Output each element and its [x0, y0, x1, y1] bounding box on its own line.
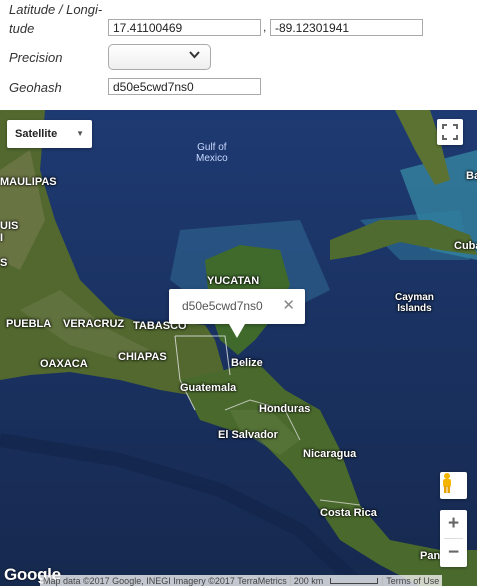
plus-icon: +: [447, 513, 460, 534]
terms-of-use-link[interactable]: Terms of Use: [382, 575, 442, 586]
label-yucatan: YUCATAN: [207, 275, 260, 287]
label-luis-2: I: [0, 232, 4, 244]
label-bahamas: Ba: [466, 170, 477, 182]
zoom-out-button[interactable]: −: [440, 539, 467, 567]
street-view-pegman-button[interactable]: [440, 472, 467, 499]
label-honduras: Honduras: [259, 403, 311, 415]
label-oaxaca: OAXACA: [40, 358, 88, 370]
geo-form: Latitude / Longi- tude 17.41100469 , -89…: [0, 0, 481, 110]
map-attribution-bar: Map data ©2017 Google, INEGI Imagery ©20…: [40, 575, 443, 586]
label-chiapas: CHIAPAS: [118, 351, 167, 363]
zoom-control: + −: [440, 510, 467, 567]
label-el-salvador: El Salvador: [218, 429, 278, 441]
label-luis-3: S: [0, 257, 8, 269]
precision-select[interactable]: [108, 44, 211, 70]
longitude-input[interactable]: -89.12301941: [270, 19, 423, 36]
label-veracruz: VERACRUZ: [63, 318, 125, 330]
info-window: d50e5cwd7ns0 ✕: [169, 289, 305, 338]
map-type-label: Satellite: [15, 128, 58, 140]
scale-label: 200 km: [289, 575, 327, 586]
label-costa-rica: Costa Rica: [320, 507, 377, 519]
label-guatemala: Guatemala: [180, 382, 237, 394]
label-nicaragua: Nicaragua: [303, 448, 357, 460]
label-cayman-islands: Cayman Islands: [395, 292, 434, 314]
pegman-icon: [443, 473, 451, 493]
label-belize: Belize: [231, 357, 263, 369]
info-window-text: d50e5cwd7ns0: [182, 299, 263, 313]
geohash-input[interactable]: d50e5cwd7ns0: [108, 78, 261, 95]
label-maulipas: MAULIPAS: [0, 176, 57, 188]
map-type-select[interactable]: Satellite ▼: [7, 120, 92, 148]
geohash-label: Geohash: [9, 80, 62, 95]
map-view[interactable]: Gulf of Mexico MAULIPAS UIS I S YUCATAN …: [0, 110, 477, 586]
caret-down-icon: ▼: [76, 129, 84, 138]
chevron-down-icon: [189, 50, 200, 62]
fullscreen-icon: [442, 124, 458, 140]
label-gulf-of-mexico: Gulf of Mexico: [196, 142, 228, 164]
fullscreen-button[interactable]: [437, 119, 463, 145]
label-puebla: PUEBLA: [6, 318, 52, 330]
map-attribution: Map data ©2017 Google, INEGI Imagery ©20…: [43, 575, 287, 586]
precision-label: Precision: [9, 50, 63, 65]
info-window-tail: [229, 324, 245, 338]
minus-icon: −: [447, 542, 460, 563]
label-cuba: Cuba: [454, 240, 477, 252]
zoom-in-button[interactable]: +: [440, 510, 467, 538]
label-luis-1: UIS: [0, 220, 19, 232]
latlon-label-line1: Latitude / Longi-: [9, 2, 103, 17]
latlon-label-line2: tude: [9, 21, 35, 36]
close-icon[interactable]: ✕: [282, 296, 295, 314]
label-panama: Pan: [420, 550, 441, 562]
scale-bar: [330, 577, 379, 584]
satellite-imagery: [0, 110, 477, 586]
latlon-separator: ,: [263, 20, 267, 34]
latitude-input[interactable]: 17.41100469: [108, 19, 261, 36]
